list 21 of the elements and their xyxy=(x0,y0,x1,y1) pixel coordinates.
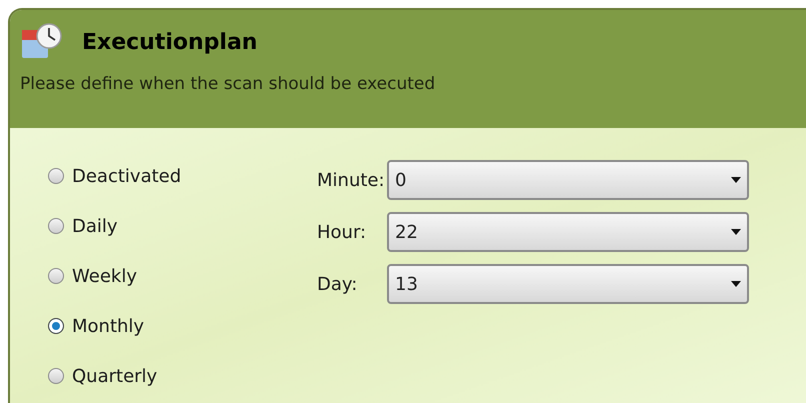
field-label: Day: xyxy=(316,272,358,296)
dropdown-field[interactable]: 0 xyxy=(387,160,749,200)
radio-button[interactable] xyxy=(48,368,64,384)
dropdown-caret-icon xyxy=(731,281,741,287)
panel-title: Executionplan xyxy=(82,28,258,56)
radio-label: Deactivated xyxy=(72,164,182,188)
radio-button[interactable] xyxy=(48,168,64,184)
field-label: Hour: xyxy=(316,220,368,244)
radio-label: Weekly xyxy=(72,264,137,288)
radio-button[interactable] xyxy=(48,268,64,284)
dropdown-caret-icon xyxy=(731,229,741,235)
radio-label: Daily xyxy=(72,214,118,238)
radio-label: Monthly xyxy=(72,314,144,338)
dropdown-caret-icon xyxy=(731,177,741,183)
panel-subtitle: Please define when the scan should be executed xyxy=(19,73,436,96)
radio-button[interactable] xyxy=(48,318,64,334)
dropdown-field[interactable]: 13 xyxy=(387,264,749,304)
radio-button[interactable] xyxy=(48,218,64,234)
field-label: Minute: xyxy=(316,168,386,192)
dropdown-field[interactable]: 22 xyxy=(387,212,749,252)
radio-label: Quarterly xyxy=(72,364,158,388)
